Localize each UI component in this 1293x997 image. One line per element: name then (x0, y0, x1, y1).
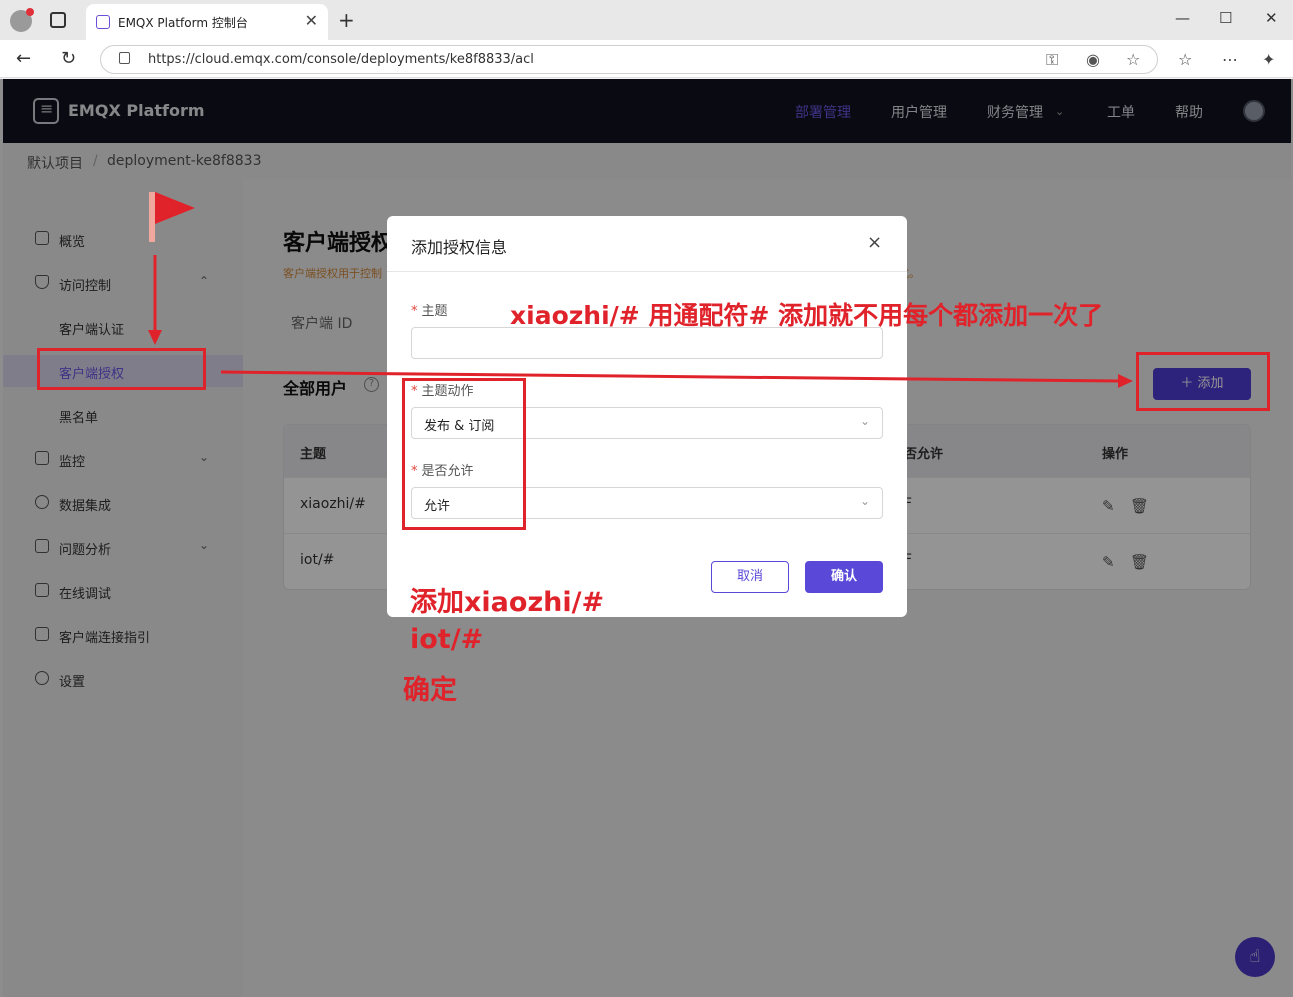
annotation-line2: iot/# (410, 624, 484, 655)
dialog-title: 添加授权信息 (411, 238, 508, 257)
browser-tabstrip: EMQX Platform 控制台 ✕ + — ☐ ✕ (0, 0, 1293, 40)
tab-actions-icon[interactable] (50, 12, 66, 28)
favorites-icon[interactable]: ☆ (1178, 50, 1192, 69)
topic-label: * 主题 (411, 304, 448, 319)
url-field[interactable]: https://cloud.emqx.com/console/deploymen… (100, 45, 1158, 74)
close-icon[interactable]: × (867, 232, 882, 253)
address-bar: ← ↻ https://cloud.emqx.com/console/deplo… (0, 40, 1293, 78)
key-icon[interactable]: ⚿ (1046, 50, 1058, 70)
edge-icon[interactable]: ◉ (1086, 50, 1100, 69)
chevron-down-icon: ⌄ (859, 494, 870, 508)
annotation-box-sidebar (37, 348, 206, 390)
tab-close-icon[interactable]: ✕ (305, 11, 318, 30)
emqx-favicon-icon (96, 15, 110, 29)
topic-label-text: 主题 (421, 304, 448, 319)
annotation-line3: 确定 (403, 675, 457, 706)
tab-title: EMQX Platform 控制台 (118, 16, 248, 30)
url-text: https://cloud.emqx.com/console/deploymen… (148, 52, 534, 67)
favorite-star-icon[interactable]: ☆ (1126, 50, 1140, 69)
annotation-box-form (402, 378, 526, 530)
annotation-box-add (1136, 352, 1270, 411)
reload-icon[interactable]: ↻ (61, 48, 76, 69)
confirm-button[interactable]: 确认 (805, 561, 883, 593)
browser-tab[interactable]: EMQX Platform 控制台 ✕ (86, 4, 328, 40)
profile-avatar-icon[interactable] (10, 8, 34, 32)
copilot-icon[interactable]: ✦ (1262, 50, 1275, 69)
maximize-icon[interactable]: ☐ (1219, 9, 1232, 27)
window-close-icon[interactable]: ✕ (1265, 9, 1278, 27)
dialog-divider (387, 271, 907, 272)
chevron-down-icon: ⌄ (859, 414, 870, 428)
flag-icon (155, 192, 195, 224)
cancel-button[interactable]: 取消 (711, 561, 789, 593)
minimize-icon[interactable]: — (1175, 9, 1190, 27)
new-tab-icon[interactable]: + (338, 8, 355, 32)
annotation-top-text: xiaozhi/# 用通配符# 添加就不用每个都添加一次了 (510, 301, 1104, 330)
back-icon[interactable]: ← (16, 48, 31, 69)
more-icon[interactable]: ⋯ (1222, 50, 1238, 69)
annotation-line1: 添加xiaozhi/# (410, 587, 605, 618)
lock-icon (119, 52, 130, 64)
